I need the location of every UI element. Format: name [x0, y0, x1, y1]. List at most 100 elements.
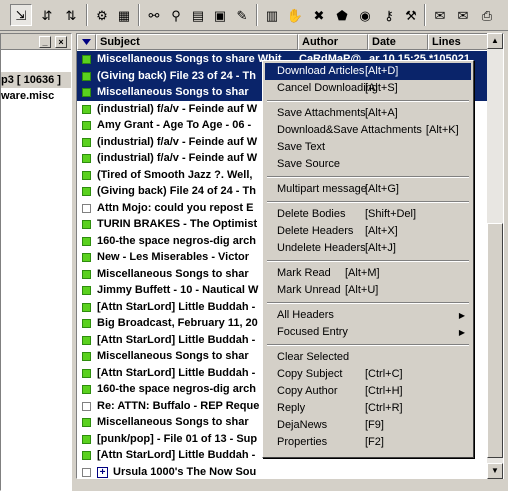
submenu-arrow-icon: ▶ [458, 311, 465, 320]
tools-icon[interactable]: ⚒ [400, 4, 422, 26]
unread-empty-icon [82, 203, 91, 213]
menu-item-all-headers[interactable]: All Headers ▶ [265, 307, 471, 324]
downloaded-marker-icon [82, 451, 91, 460]
downloaded-marker-icon [82, 71, 91, 81]
filter-icon[interactable]: ⚙ [91, 4, 113, 26]
downloaded-marker-icon [82, 269, 91, 279]
menu-item-download-articles[interactable]: Download Articles [Alt+D] [265, 63, 471, 80]
menu-item-label: Undelete Headers [277, 242, 366, 254]
menu-item-shortcut: [Alt+A] [365, 107, 398, 119]
hand-icon[interactable]: ✋ [284, 4, 306, 26]
find-again-icon[interactable]: ⚲ [165, 4, 187, 26]
menu-item-copy-subject[interactable]: Copy Subject [Ctrl+C] [265, 366, 471, 383]
newsgroup-item[interactable]: p3 [ 10636 ] [1, 72, 71, 88]
menu-item-dejanews[interactable]: DejaNews [F9] [265, 417, 471, 434]
menu-item-shortcut: [Ctrl+H] [365, 385, 403, 397]
menu-item-mark-unread[interactable]: Mark Unread [Alt+U] [265, 282, 471, 299]
menu-item-delete-bodies[interactable]: Delete Bodies [Shift+Del] [265, 206, 471, 223]
menu-item-cancel-downloading[interactable]: Cancel Downloading [Alt+S] [265, 80, 471, 97]
menu-item-save-attachments[interactable]: Save Attachments [Alt+A] [265, 105, 471, 122]
shield-icon[interactable]: ⬟ [331, 4, 353, 26]
menu-item-shortcut: [Alt+K] [425, 124, 459, 136]
menu-separator [265, 341, 471, 349]
column-lines[interactable]: Lines [428, 34, 488, 50]
kill-icon[interactable]: ✖ [308, 4, 330, 26]
expand-thread-plus-icon[interactable]: + [97, 466, 108, 478]
downloaded-marker-icon [82, 368, 91, 378]
mail-read-icon[interactable]: ✉ [452, 4, 474, 26]
menu-separator [265, 173, 471, 181]
menu-item-download-save-attachments[interactable]: Download&Save Attachments [Alt+K] [265, 122, 471, 139]
scroll-thumb[interactable] [487, 223, 503, 458]
toolbar-separator [86, 4, 88, 26]
column-author[interactable]: Author [298, 34, 368, 50]
menu-item-copy-author[interactable]: Copy Author [Ctrl+H] [265, 383, 471, 400]
unread-empty-icon [82, 467, 91, 477]
menu-item-label: Mark Read [277, 267, 331, 279]
menu-item-focused-entry[interactable]: Focused Entry ▶ [265, 324, 471, 341]
next-unread-icon[interactable]: ⇵ [36, 4, 58, 26]
menu-item-properties[interactable]: Properties [F2] [265, 434, 471, 451]
newsgroup-pane: _ × p3 [ 10636 ] ware.misc [0, 33, 72, 491]
view-source-icon[interactable]: ▣ [209, 4, 231, 26]
scroll-up-icon[interactable]: ▲ [487, 33, 503, 49]
vertical-scrollbar[interactable]: ▲ ▼ [487, 33, 503, 479]
downloaded-marker-icon [82, 335, 91, 345]
menu-item-save-text[interactable]: Save Text [265, 139, 471, 156]
menu-item-reply[interactable]: Reply [Ctrl+R] [265, 400, 471, 417]
downloaded-marker-icon [82, 137, 91, 147]
menu-item-save-source[interactable]: Save Source [265, 156, 471, 173]
pane-header: _ × [1, 34, 71, 50]
menu-item-label: Download Articles [277, 65, 365, 77]
menu-item-undelete-headers[interactable]: Undelete Headers [Alt+J] [265, 240, 471, 257]
menu-item-shortcut: [Ctrl+R] [365, 402, 403, 414]
gauge-icon[interactable]: ▦ [113, 4, 135, 26]
books-icon[interactable]: ▥ [261, 4, 283, 26]
menu-item-shortcut: [Alt+J] [365, 242, 396, 254]
menu-item-shortcut: [Shift+Del] [365, 208, 417, 220]
column-subject[interactable]: Subject [96, 34, 298, 50]
downloaded-marker-icon [82, 170, 91, 180]
downloaded-marker-icon [82, 121, 91, 130]
menu-item-shortcut: [Alt+X] [365, 225, 398, 237]
print-icon[interactable]: ⎙ [476, 4, 498, 26]
context-menu: Download Articles [Alt+D] Cancel Downloadi… [262, 60, 474, 458]
newsgroup-item[interactable]: ware.misc [1, 88, 71, 104]
sort-arrow-icon[interactable] [77, 34, 96, 50]
menu-item-shortcut: [Ctrl+C] [365, 368, 403, 380]
submenu-arrow-icon: ▶ [458, 328, 465, 337]
menu-separator [265, 198, 471, 206]
key-icon[interactable]: ⚷ [378, 4, 400, 26]
downloaded-marker-icon [82, 286, 91, 295]
minimize-icon[interactable]: _ [39, 36, 51, 48]
column-date[interactable]: Date [368, 34, 428, 50]
downloaded-marker-icon [82, 104, 91, 114]
row-subject: Ursula 1000's The Now Sou [113, 465, 257, 478]
mark-thread-icon[interactable]: ⇅ [60, 4, 82, 26]
toolbar-separator [424, 4, 426, 26]
decode-icon[interactable]: ✎ [231, 4, 253, 26]
toolbar: ⇲ ⇵ ⇅ ⚙ ▦ ⚯ ⚲ ▤ ▣ ✎ ▥ ✋ ✖ ⬟ ◉ ⚷ ⚒ ✉ ✉ ⎙ [0, 0, 508, 31]
reply-form-icon[interactable]: ▤ [187, 4, 209, 26]
close-icon[interactable]: × [55, 36, 67, 48]
toolbar-separator [138, 4, 140, 26]
menu-separator [265, 257, 471, 265]
downloaded-marker-icon [82, 434, 91, 444]
binoculars-icon[interactable]: ⚯ [143, 4, 165, 26]
menu-item-label: Delete Headers [277, 225, 354, 237]
downloaded-marker-icon [82, 220, 91, 229]
menu-item-mark-read[interactable]: Mark Read [Alt+M] [265, 265, 471, 282]
menu-item-delete-headers[interactable]: Delete Headers [Alt+X] [265, 223, 471, 240]
menu-item-label: Save Attachments [277, 107, 366, 119]
downloaded-marker-icon [82, 319, 91, 328]
mail-icon[interactable]: ✉ [429, 4, 451, 26]
expand-thread-icon[interactable]: ⇲ [10, 4, 32, 26]
menu-item-label: Cancel Downloading [277, 82, 378, 94]
menu-item-clear-selected[interactable]: Clear Selected [265, 349, 471, 366]
search-globe-icon[interactable]: ◉ [354, 4, 376, 26]
scroll-down-icon[interactable]: ▼ [487, 463, 503, 479]
downloaded-marker-icon [82, 253, 91, 262]
table-row[interactable]: + Ursula 1000's The Now Sou [77, 464, 491, 479]
menu-item-label: Copy Author [277, 385, 338, 397]
menu-item-multipart-message[interactable]: Multipart message [Alt+G] [265, 181, 471, 198]
